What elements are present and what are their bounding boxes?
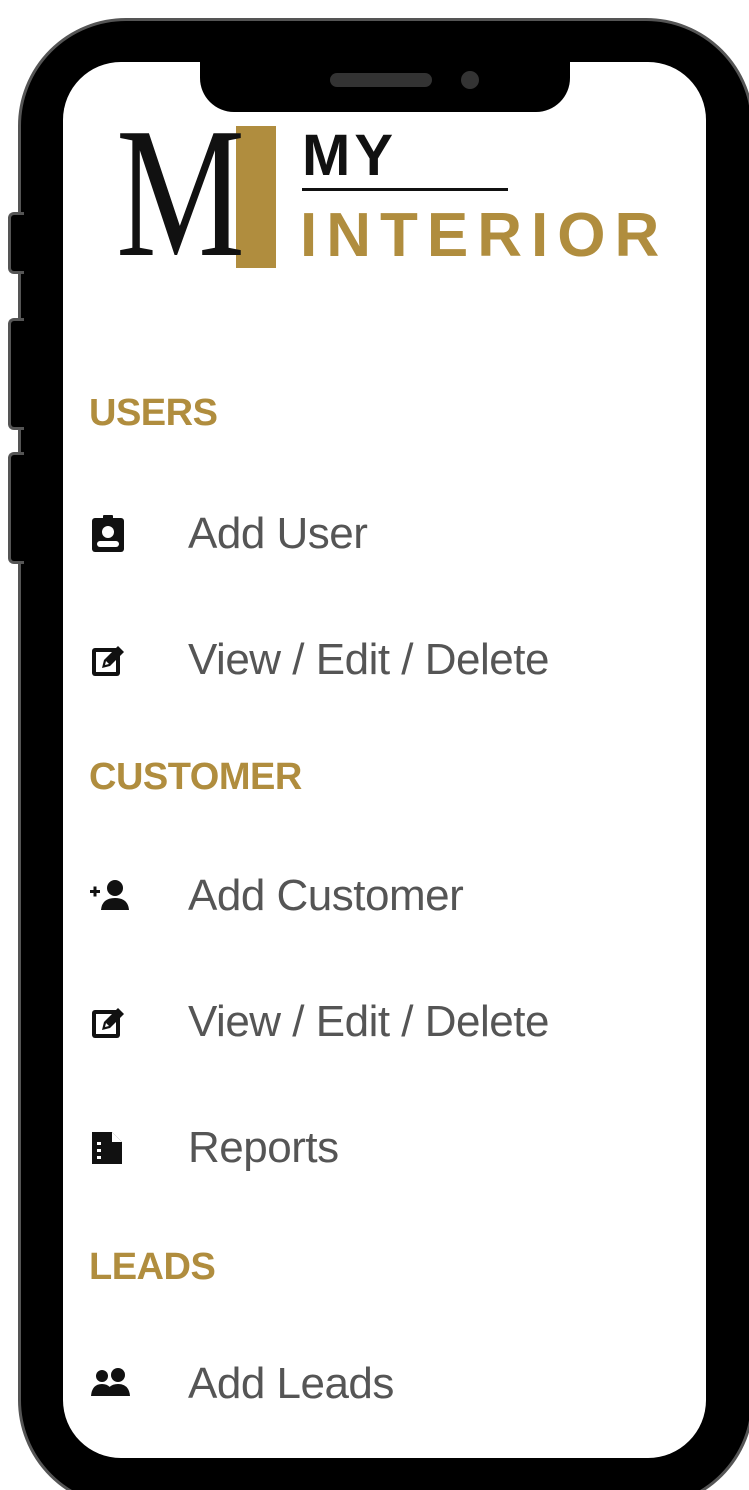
edit-icon <box>88 999 134 1045</box>
users-icon <box>88 1361 134 1407</box>
side-button <box>8 212 24 274</box>
menu-item-view-edit-delete-customer[interactable]: View / Edit / Delete <box>88 992 648 1052</box>
user-plus-icon <box>88 873 134 919</box>
logo-letter: M <box>116 90 246 296</box>
menu-item-label: View / Edit / Delete <box>188 997 549 1046</box>
logo-interior-text: INTERIOR <box>300 201 669 270</box>
brand-logo: M MY INTERIOR <box>116 90 676 296</box>
logo-divider <box>302 188 508 191</box>
menu-item-add-user[interactable]: Add User <box>88 504 648 564</box>
volume-up-button <box>8 318 24 430</box>
menu-item-label: Add User <box>188 509 368 558</box>
speaker <box>330 73 432 87</box>
volume-down-button <box>8 452 24 564</box>
logo-my-text: MY <box>302 123 397 188</box>
menu-item-label: Reports <box>188 1123 339 1172</box>
section-title-leads: LEADS <box>89 1246 216 1288</box>
menu-item-label: Add Leads <box>188 1359 394 1408</box>
user-badge-icon <box>88 511 134 557</box>
menu-item-label: View / Edit / Delete <box>188 635 549 684</box>
menu-item-label: Add Customer <box>188 871 464 920</box>
menu-item-reports[interactable]: Reports <box>88 1118 648 1178</box>
menu-item-view-edit-delete-users[interactable]: View / Edit / Delete <box>88 630 648 690</box>
file-icon <box>88 1125 134 1171</box>
menu-item-add-leads[interactable]: Add Leads <box>88 1354 648 1414</box>
section-title-customer: CUSTOMER <box>89 756 302 798</box>
camera <box>461 71 479 89</box>
section-title-users: USERS <box>89 392 218 434</box>
menu-item-add-customer[interactable]: Add Customer <box>88 866 648 926</box>
edit-icon <box>88 637 134 683</box>
